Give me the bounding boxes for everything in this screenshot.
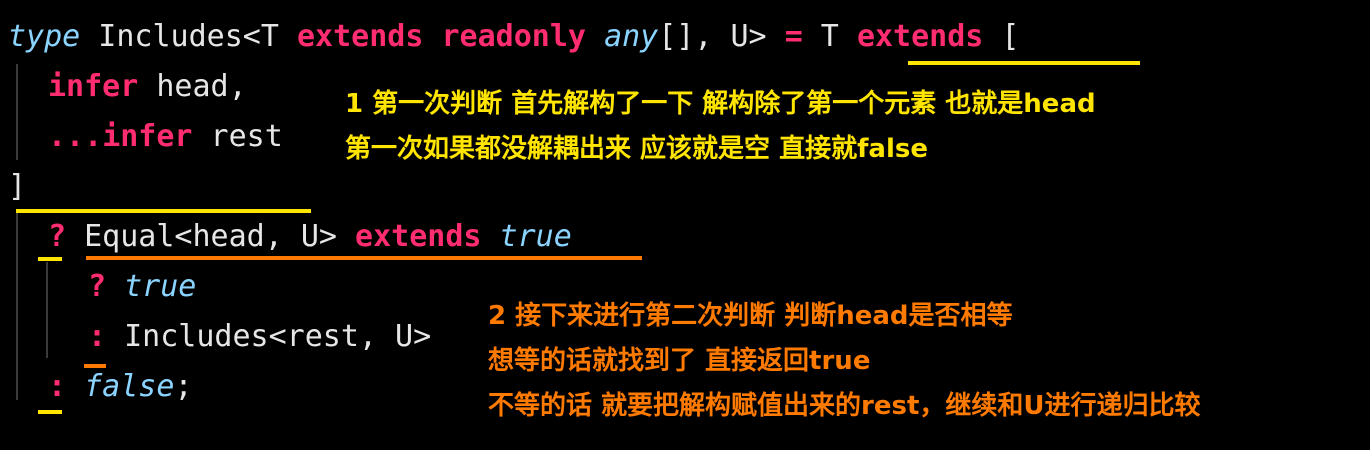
equal-call: Equal<head, U> bbox=[66, 219, 356, 254]
false-literal: false bbox=[84, 369, 175, 404]
code-line-5: ? Equal<head, U> extends true bbox=[48, 212, 572, 262]
annotation-orange-2: 想等的话就找到了 直接返回true bbox=[488, 346, 871, 376]
equals-operator: = bbox=[784, 19, 803, 54]
array-params: [], U> bbox=[658, 19, 785, 54]
close-bracket: ] bbox=[8, 169, 27, 204]
code-line-7: : Includes<rest, U> bbox=[88, 312, 431, 362]
code-line-3: ...infer rest bbox=[48, 112, 283, 162]
extends-keyword-3: extends bbox=[355, 219, 482, 254]
infer-keyword: infer bbox=[48, 69, 139, 104]
readonly-keyword: readonly bbox=[441, 19, 587, 54]
colon-operator: : bbox=[88, 319, 107, 354]
annotation-orange-3: 不等的话 就要把解构赋值出来的rest，继续和U进行递归比较 bbox=[488, 391, 1201, 421]
annotation-orange-1: 2 接下来进行第二次判断 判断head是否相等 bbox=[488, 301, 1013, 331]
annotation-yellow-2: 第一次如果都没解耦出来 应该就是空 直接就false bbox=[345, 134, 928, 164]
question-operator-2: ? bbox=[88, 269, 107, 304]
t-param: T bbox=[802, 19, 857, 54]
true-literal-2: true bbox=[124, 269, 197, 304]
open-bracket: [ bbox=[983, 19, 1020, 54]
infer-keyword: infer bbox=[102, 119, 193, 154]
type-keyword: type bbox=[8, 19, 81, 54]
annotation-yellow-1: 1 第一次判断 首先解构了一下 解构除了第一个元素 也就是head bbox=[345, 89, 1096, 119]
spread-operator: ... bbox=[48, 119, 103, 154]
code-line-1: type Includes<T extends readonly any[], … bbox=[8, 12, 1020, 62]
code-line-6: ? true bbox=[88, 262, 196, 312]
indent-guide bbox=[16, 64, 18, 160]
includes-recursive-call: Includes<rest, U> bbox=[106, 319, 432, 354]
underline-extends-bracket bbox=[908, 61, 1140, 65]
semicolon: ; bbox=[174, 369, 193, 404]
extends-keyword: extends bbox=[297, 19, 424, 54]
underline-colon-mark bbox=[84, 364, 106, 368]
underline-equal-condition bbox=[86, 256, 642, 260]
any-type: any bbox=[604, 19, 659, 54]
colon-operator-2: : bbox=[48, 369, 67, 404]
underline-question-mark bbox=[38, 257, 62, 261]
indent-guide bbox=[16, 210, 18, 400]
code-line-2: infer head, bbox=[48, 62, 247, 112]
underline-close-bracket bbox=[16, 209, 311, 213]
head-binding: head, bbox=[138, 69, 247, 104]
indent-guide bbox=[46, 262, 48, 358]
underline-false-colon bbox=[38, 410, 62, 414]
extends-keyword-2: extends bbox=[856, 19, 984, 54]
question-operator: ? bbox=[48, 219, 67, 254]
rest-binding: rest bbox=[192, 119, 283, 154]
code-line-8: : false; bbox=[48, 362, 193, 412]
true-literal: true bbox=[499, 219, 572, 254]
code-line-4: ] bbox=[8, 162, 26, 212]
type-name: Includes<T bbox=[80, 19, 297, 54]
